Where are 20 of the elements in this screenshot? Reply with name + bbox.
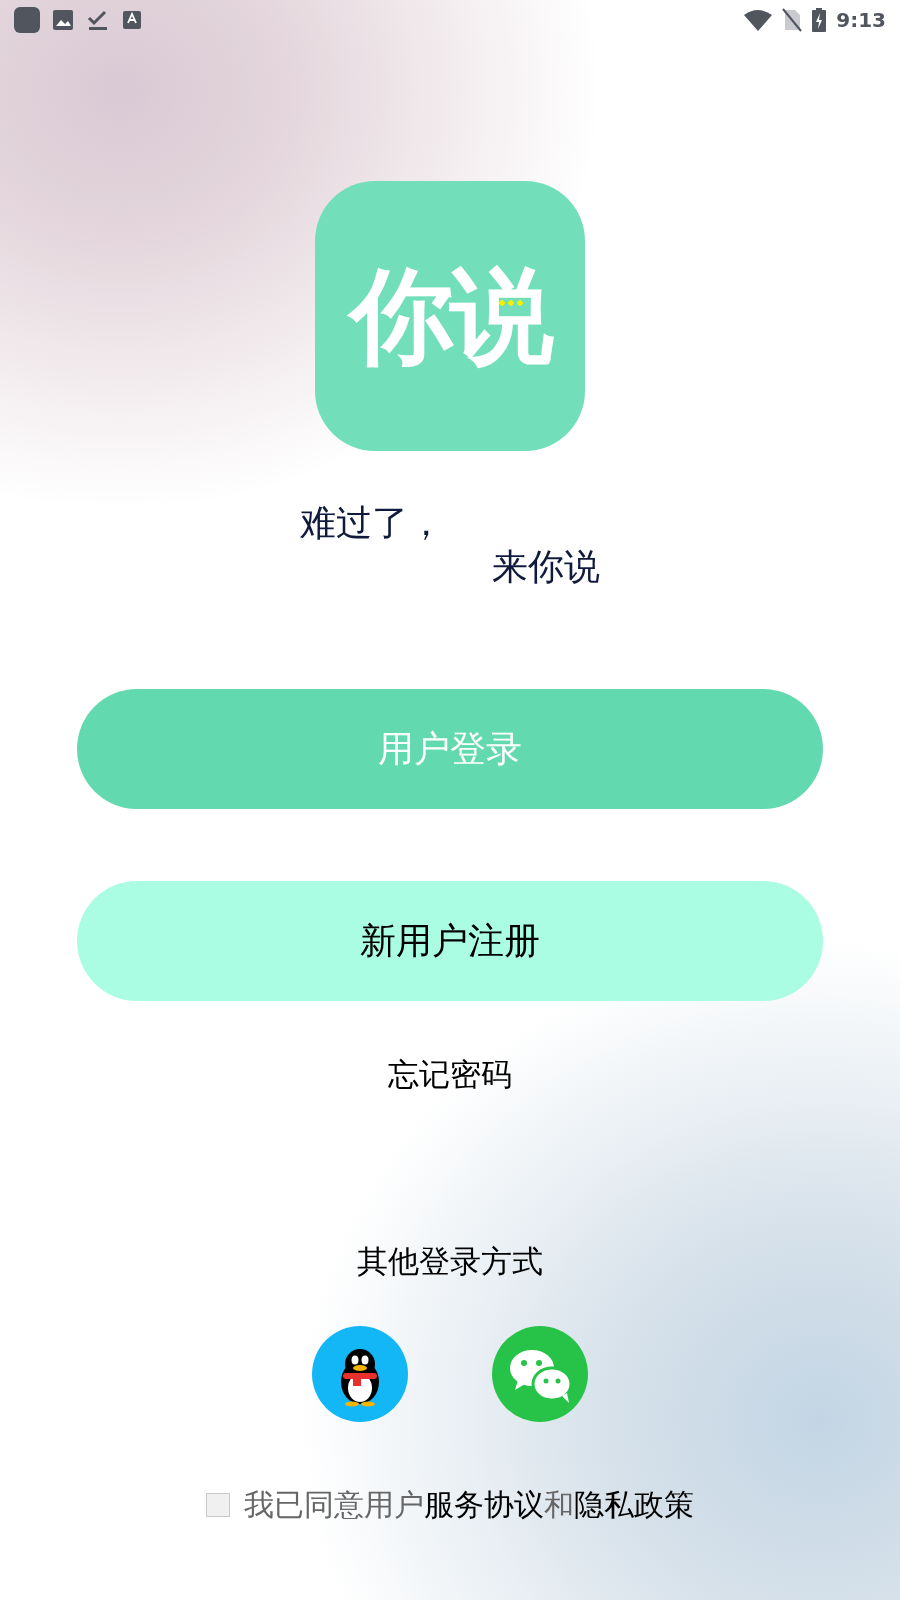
clock-time: 9:13	[836, 7, 886, 34]
app-notification-icon	[14, 7, 40, 33]
tagline-text: 难过了，	[300, 501, 444, 545]
forgot-password-link[interactable]: 忘记密码	[388, 1051, 512, 1098]
tagline-text: 来你说	[492, 545, 600, 589]
download-done-icon	[86, 8, 110, 32]
agreement-text: 我已同意用户	[244, 1486, 424, 1524]
wifi-icon	[744, 9, 773, 31]
chat-bubbles-login-icon[interactable]	[492, 1326, 588, 1422]
image-icon	[52, 9, 74, 31]
agreement-link[interactable]: 服务协议	[424, 1482, 544, 1527]
text-icon	[122, 10, 142, 30]
other-login-title: 其他登录方式	[357, 1241, 543, 1281]
no-sim-icon	[782, 8, 803, 32]
agreement-checkbox[interactable]	[206, 1492, 230, 1517]
battery-charging-icon	[812, 8, 827, 32]
agreement-link[interactable]: 隐私政策	[574, 1482, 694, 1527]
register-button[interactable]: 新用户注册	[77, 881, 823, 1001]
penguin-login-icon[interactable]	[312, 1326, 408, 1422]
agreement-text: 和	[544, 1486, 574, 1524]
